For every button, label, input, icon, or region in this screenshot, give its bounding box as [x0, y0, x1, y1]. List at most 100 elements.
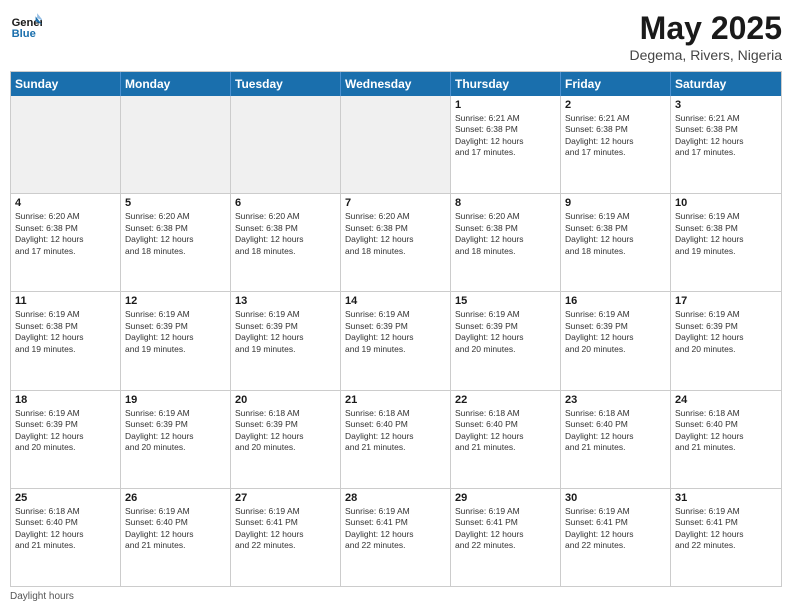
day-info: Sunrise: 6:19 AM Sunset: 6:40 PM Dayligh… — [125, 506, 226, 552]
day-info: Sunrise: 6:18 AM Sunset: 6:40 PM Dayligh… — [675, 408, 777, 454]
header: General Blue May 2025 Degema, Rivers, Ni… — [10, 10, 782, 63]
day-info: Sunrise: 6:19 AM Sunset: 6:41 PM Dayligh… — [565, 506, 666, 552]
calendar-cell: 6Sunrise: 6:20 AM Sunset: 6:38 PM Daylig… — [231, 194, 341, 291]
calendar-cell: 8 Sunrise: 6:20 AM Sunset: 6:38 PM Daylig… — [451, 194, 561, 291]
day-info: Sunrise: 6:20 AM Sunset: 6:38 PM Dayligh… — [125, 211, 226, 257]
calendar-cell: 21Sunrise: 6:18 AM Sunset: 6:40 PM Dayli… — [341, 391, 451, 488]
day-info: Sunrise: 6:19 AM Sunset: 6:38 PM Dayligh… — [675, 211, 777, 257]
calendar-cell: 19 Sunrise: 6:19 AM Sunset: 6:39 PM Dayli… — [121, 391, 231, 488]
day-number: 17 — [675, 295, 777, 307]
calendar-cell: 12Sunrise: 6:19 AM Sunset: 6:39 PM Dayli… — [121, 292, 231, 389]
day-number: 28 — [345, 492, 446, 504]
day-info: Sunrise: 6:20 AM Sunset: 6:38 PM Dayligh… — [235, 211, 336, 257]
calendar-cell: 25Sunrise: 6:18 AM Sunset: 6:40 PM Dayli… — [11, 489, 121, 586]
day-number: 10 — [675, 197, 777, 209]
calendar-cell: 26Sunrise: 6:19 AM Sunset: 6:40 PM Dayli… — [121, 489, 231, 586]
calendar-cell — [121, 96, 231, 193]
calendar-cell: 4Sunrise: 6:20 AM Sunset: 6:38 PM Daylig… — [11, 194, 121, 291]
day-info: Sunrise: 6:20 AM Sunset: 6:38 PM Dayligh… — [345, 211, 446, 257]
title-block: May 2025 Degema, Rivers, Nigeria — [630, 10, 783, 63]
calendar-day-header: Wednesday — [341, 72, 451, 96]
day-info: Sunrise: 6:19 AM Sunset: 6:41 PM Dayligh… — [455, 506, 556, 552]
day-info: Sunrise: 6:19 AM Sunset: 6:39 PM Dayligh… — [15, 408, 116, 454]
calendar-cell: 24Sunrise: 6:18 AM Sunset: 6:40 PM Dayli… — [671, 391, 781, 488]
day-number: 29 — [455, 492, 556, 504]
calendar-cell — [341, 96, 451, 193]
calendar-day-header: Friday — [561, 72, 671, 96]
day-number: 2 — [565, 99, 666, 111]
page: General Blue May 2025 Degema, Rivers, Ni… — [0, 0, 792, 612]
calendar-cell: 16 Sunrise: 6:19 AM Sunset: 6:39 PM Dayli… — [561, 292, 671, 389]
calendar-cell: 30 Sunrise: 6:19 AM Sunset: 6:41 PM Dayli… — [561, 489, 671, 586]
calendar-cell: 10 Sunrise: 6:19 AM Sunset: 6:38 PM Dayli… — [671, 194, 781, 291]
calendar-header: SundayMondayTuesdayWednesdayThursdayFrid… — [11, 72, 781, 96]
calendar-week: 25Sunrise: 6:18 AM Sunset: 6:40 PM Dayli… — [11, 489, 781, 586]
day-info: Sunrise: 6:18 AM Sunset: 6:39 PM Dayligh… — [235, 408, 336, 454]
day-number: 22 — [455, 394, 556, 406]
day-number: 8 — [455, 197, 556, 209]
day-info: Sunrise: 6:20 AM Sunset: 6:38 PM Dayligh… — [455, 211, 556, 257]
day-info: Sunrise: 6:19 AM Sunset: 6:38 PM Dayligh… — [565, 211, 666, 257]
calendar-cell: 28 Sunrise: 6:19 AM Sunset: 6:41 PM Dayli… — [341, 489, 451, 586]
calendar-cell: 29 Sunrise: 6:19 AM Sunset: 6:41 PM Dayli… — [451, 489, 561, 586]
logo: General Blue — [10, 10, 42, 42]
day-number: 19 — [125, 394, 226, 406]
calendar-cell: 17Sunrise: 6:19 AM Sunset: 6:39 PM Dayli… — [671, 292, 781, 389]
day-number: 13 — [235, 295, 336, 307]
calendar-week: 18 Sunrise: 6:19 AM Sunset: 6:39 PM Dayli… — [11, 391, 781, 489]
day-number: 15 — [455, 295, 556, 307]
day-info: Sunrise: 6:19 AM Sunset: 6:39 PM Dayligh… — [235, 309, 336, 355]
day-number: 1 — [455, 99, 556, 111]
calendar-cell: 27Sunrise: 6:19 AM Sunset: 6:41 PM Dayli… — [231, 489, 341, 586]
day-info: Sunrise: 6:19 AM Sunset: 6:39 PM Dayligh… — [125, 408, 226, 454]
day-info: Sunrise: 6:21 AM Sunset: 6:38 PM Dayligh… — [675, 113, 777, 159]
calendar-day-header: Sunday — [11, 72, 121, 96]
calendar-week: 1 Sunrise: 6:21 AM Sunset: 6:38 PM Daylig… — [11, 96, 781, 194]
subtitle: Degema, Rivers, Nigeria — [630, 47, 783, 63]
calendar-cell: 20 Sunrise: 6:18 AM Sunset: 6:39 PM Dayli… — [231, 391, 341, 488]
day-info: Sunrise: 6:19 AM Sunset: 6:39 PM Dayligh… — [455, 309, 556, 355]
day-info: Sunrise: 6:19 AM Sunset: 6:41 PM Dayligh… — [235, 506, 336, 552]
day-info: Sunrise: 6:20 AM Sunset: 6:38 PM Dayligh… — [15, 211, 116, 257]
calendar-cell: 13 Sunrise: 6:19 AM Sunset: 6:39 PM Dayli… — [231, 292, 341, 389]
calendar-body: 1 Sunrise: 6:21 AM Sunset: 6:38 PM Daylig… — [11, 96, 781, 586]
day-number: 16 — [565, 295, 666, 307]
svg-text:Blue: Blue — [12, 28, 36, 40]
day-number: 30 — [565, 492, 666, 504]
calendar-cell: 2Sunrise: 6:21 AM Sunset: 6:38 PM Daylig… — [561, 96, 671, 193]
calendar-cell: 9 Sunrise: 6:19 AM Sunset: 6:38 PM Daylig… — [561, 194, 671, 291]
day-info: Sunrise: 6:19 AM Sunset: 6:41 PM Dayligh… — [345, 506, 446, 552]
day-info: Sunrise: 6:19 AM Sunset: 6:41 PM Dayligh… — [675, 506, 777, 552]
day-info: Sunrise: 6:19 AM Sunset: 6:39 PM Dayligh… — [565, 309, 666, 355]
calendar-cell: 3 Sunrise: 6:21 AM Sunset: 6:38 PM Daylig… — [671, 96, 781, 193]
calendar-cell: 7Sunrise: 6:20 AM Sunset: 6:38 PM Daylig… — [341, 194, 451, 291]
calendar-cell: 31Sunrise: 6:19 AM Sunset: 6:41 PM Dayli… — [671, 489, 781, 586]
day-number: 9 — [565, 197, 666, 209]
calendar-cell: 15 Sunrise: 6:19 AM Sunset: 6:39 PM Dayli… — [451, 292, 561, 389]
calendar-week: 4Sunrise: 6:20 AM Sunset: 6:38 PM Daylig… — [11, 194, 781, 292]
day-number: 14 — [345, 295, 446, 307]
day-number: 3 — [675, 99, 777, 111]
day-number: 25 — [15, 492, 116, 504]
day-number: 20 — [235, 394, 336, 406]
calendar-day-header: Monday — [121, 72, 231, 96]
day-number: 12 — [125, 295, 226, 307]
calendar-cell: 23 Sunrise: 6:18 AM Sunset: 6:40 PM Dayli… — [561, 391, 671, 488]
calendar-cell: 22Sunrise: 6:18 AM Sunset: 6:40 PM Dayli… — [451, 391, 561, 488]
calendar: SundayMondayTuesdayWednesdayThursdayFrid… — [10, 71, 782, 587]
day-info: Sunrise: 6:21 AM Sunset: 6:38 PM Dayligh… — [455, 113, 556, 159]
day-info: Sunrise: 6:19 AM Sunset: 6:38 PM Dayligh… — [15, 309, 116, 355]
calendar-day-header: Tuesday — [231, 72, 341, 96]
day-info: Sunrise: 6:18 AM Sunset: 6:40 PM Dayligh… — [565, 408, 666, 454]
calendar-week: 11Sunrise: 6:19 AM Sunset: 6:38 PM Dayli… — [11, 292, 781, 390]
calendar-cell — [231, 96, 341, 193]
calendar-day-header: Thursday — [451, 72, 561, 96]
calendar-cell: 5 Sunrise: 6:20 AM Sunset: 6:38 PM Daylig… — [121, 194, 231, 291]
day-number: 23 — [565, 394, 666, 406]
calendar-cell: 14Sunrise: 6:19 AM Sunset: 6:39 PM Dayli… — [341, 292, 451, 389]
calendar-cell: 18 Sunrise: 6:19 AM Sunset: 6:39 PM Dayli… — [11, 391, 121, 488]
footer-note: Daylight hours — [10, 591, 782, 602]
day-number: 21 — [345, 394, 446, 406]
day-number: 5 — [125, 197, 226, 209]
day-number: 18 — [15, 394, 116, 406]
